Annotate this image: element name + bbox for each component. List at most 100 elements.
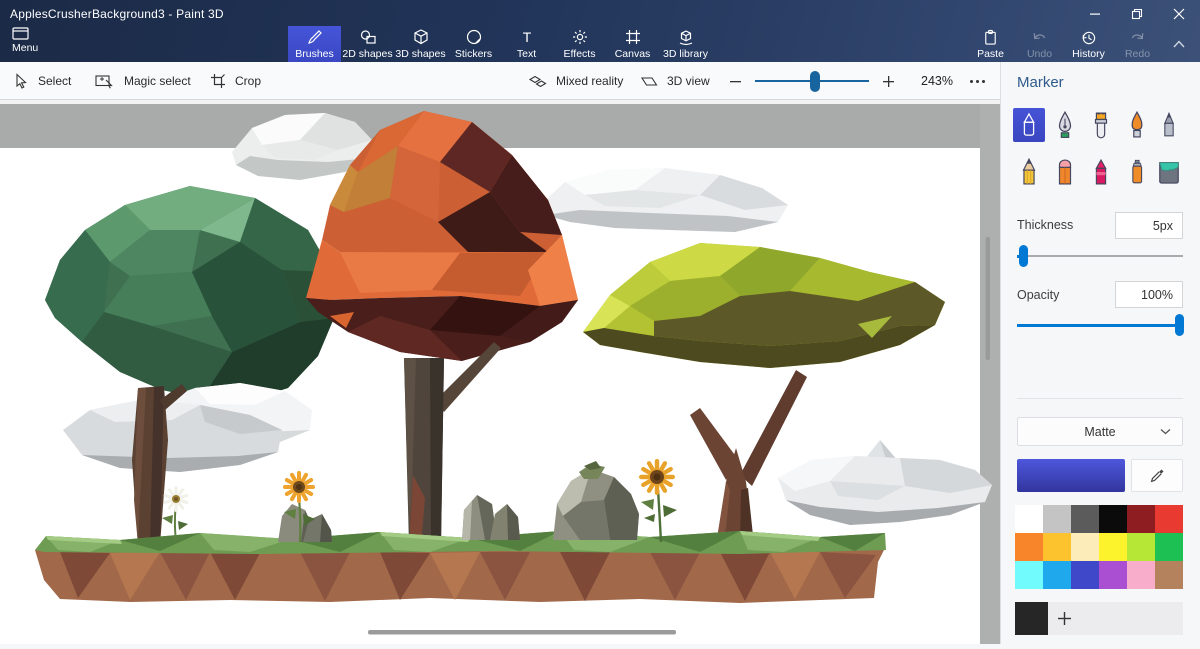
- opacity-input[interactable]: 100%: [1115, 281, 1183, 308]
- palette-swatch[interactable]: [1043, 561, 1071, 589]
- 3d-view-icon: [640, 74, 658, 89]
- brush-fill[interactable]: [1153, 155, 1185, 189]
- brush-panel: Marker Thickness 5px Opacity 100%: [1000, 62, 1200, 644]
- brush-eraser[interactable]: [1049, 155, 1081, 189]
- ribbon-tabs: Brushes 2D shapes 3D shapes Stickers T T…: [288, 26, 712, 62]
- palette-swatch[interactable]: [1015, 505, 1043, 533]
- window-title: ApplesCrusherBackground3 - Paint 3D: [0, 7, 224, 21]
- ribbon-actions: Paste Undo History Redo: [966, 26, 1196, 62]
- brush-icon: [306, 28, 324, 46]
- text-icon: T: [518, 28, 536, 46]
- tab-3d-library[interactable]: 3D library: [659, 26, 712, 62]
- palette-swatch[interactable]: [1155, 533, 1183, 561]
- palette-swatch[interactable]: [1043, 505, 1071, 533]
- eyedropper-icon: [1149, 468, 1165, 484]
- thickness-slider[interactable]: [1001, 244, 1200, 268]
- tab-stickers[interactable]: Stickers: [447, 26, 500, 62]
- opacity-slider-thumb[interactable]: [1175, 314, 1184, 336]
- chevron-down-icon: [1160, 428, 1171, 435]
- zoom-slider-thumb[interactable]: [810, 71, 820, 92]
- eraser-icon: [1054, 158, 1076, 186]
- tab-effects[interactable]: Effects: [553, 26, 606, 62]
- magic-select-tool[interactable]: Magic select: [95, 62, 191, 100]
- oil-brush-icon: [1090, 111, 1112, 139]
- crop-tool[interactable]: Crop: [210, 62, 261, 100]
- tab-brushes[interactable]: Brushes: [288, 26, 341, 62]
- opacity-label: Opacity: [1017, 288, 1059, 302]
- custom-color-swatch[interactable]: [1015, 602, 1048, 635]
- brush-calligraphy-pen[interactable]: [1049, 108, 1081, 142]
- thickness-input[interactable]: 5px: [1115, 212, 1183, 239]
- 2d-shapes-icon: [359, 28, 377, 46]
- current-color-swatch[interactable]: [1017, 459, 1125, 492]
- thickness-slider-thumb[interactable]: [1019, 245, 1028, 267]
- grass-island[interactable]: [35, 531, 886, 603]
- fill-bucket-icon: [1157, 159, 1181, 185]
- pixel-pen-icon: [1159, 111, 1179, 139]
- paste-button[interactable]: Paste: [966, 26, 1015, 62]
- close-button[interactable]: [1158, 0, 1200, 28]
- color-palette: [1015, 505, 1183, 589]
- brush-pencil[interactable]: [1013, 155, 1045, 189]
- 3d-view-button[interactable]: 3D view: [640, 62, 710, 100]
- thickness-label: Thickness: [1017, 218, 1073, 232]
- crop-icon: [210, 73, 226, 89]
- eyedropper-button[interactable]: [1131, 459, 1183, 492]
- effects-icon: [571, 28, 589, 46]
- toolbar-shadow: [0, 100, 1000, 104]
- finish-dropdown[interactable]: Matte: [1017, 417, 1183, 446]
- horizontal-scrollbar[interactable]: [368, 630, 676, 635]
- menu-button[interactable]: Menu: [8, 26, 54, 60]
- palette-swatch[interactable]: [1071, 505, 1099, 533]
- palette-swatch[interactable]: [1155, 505, 1183, 533]
- tab-canvas[interactable]: Canvas: [606, 26, 659, 62]
- palette-swatch[interactable]: [1015, 561, 1043, 589]
- close-icon: [1173, 8, 1185, 20]
- brush-pixel-pen[interactable]: [1153, 108, 1185, 142]
- stickers-icon: [465, 28, 483, 46]
- minimize-button[interactable]: [1074, 0, 1116, 28]
- title-bar[interactable]: ApplesCrusherBackground3 - Paint 3D: [0, 0, 1200, 28]
- brush-spray-can[interactable]: [1121, 155, 1153, 189]
- zoom-slider[interactable]: [755, 62, 869, 100]
- panel-title: Marker: [1017, 74, 1064, 91]
- palette-swatch[interactable]: [1043, 533, 1071, 561]
- tab-text[interactable]: T Text: [500, 26, 553, 62]
- palette-swatch[interactable]: [1127, 533, 1155, 561]
- tab-2d-shapes[interactable]: 2D shapes: [341, 26, 394, 62]
- brush-watercolour[interactable]: [1121, 108, 1153, 142]
- brush-marker[interactable]: [1013, 108, 1045, 142]
- svg-text:T: T: [522, 29, 531, 45]
- ribbon: Menu Brushes 2D shapes 3D shapes Sticker…: [0, 28, 1200, 62]
- palette-swatch[interactable]: [1127, 561, 1155, 589]
- restore-button[interactable]: [1116, 0, 1158, 28]
- zoom-in-button[interactable]: [877, 62, 899, 100]
- palette-swatch[interactable]: [1127, 505, 1155, 533]
- palette-swatch[interactable]: [1099, 533, 1127, 561]
- brush-oil-brush[interactable]: [1085, 108, 1117, 142]
- brush-crayon[interactable]: [1085, 155, 1117, 189]
- palette-swatch[interactable]: [1155, 561, 1183, 589]
- palette-swatch[interactable]: [1099, 561, 1127, 589]
- history-button[interactable]: History: [1064, 26, 1113, 62]
- add-color-button[interactable]: [1048, 602, 1183, 635]
- collapse-ribbon-button[interactable]: [1162, 26, 1196, 62]
- palette-swatch[interactable]: [1071, 561, 1099, 589]
- palette-swatch[interactable]: [1015, 533, 1043, 561]
- add-color-plus-icon: [1057, 611, 1072, 626]
- redo-button[interactable]: Redo: [1113, 26, 1162, 62]
- palette-swatch[interactable]: [1071, 533, 1099, 561]
- undo-button[interactable]: Undo: [1015, 26, 1064, 62]
- marker-icon: [1018, 112, 1040, 138]
- more-options-button[interactable]: [962, 62, 992, 100]
- 3d-scene-canvas[interactable]: [0, 100, 1000, 644]
- finish-value: Matte: [1084, 425, 1115, 439]
- palette-swatch[interactable]: [1099, 505, 1127, 533]
- vertical-scrollbar[interactable]: [986, 237, 991, 360]
- select-tool[interactable]: Select: [14, 62, 71, 100]
- zoom-out-button[interactable]: [724, 62, 746, 100]
- zoom-percentage[interactable]: 243%: [908, 62, 966, 100]
- tab-3d-shapes[interactable]: 3D shapes: [394, 26, 447, 62]
- opacity-slider[interactable]: [1001, 313, 1200, 337]
- mixed-reality-button[interactable]: Mixed reality: [528, 62, 623, 100]
